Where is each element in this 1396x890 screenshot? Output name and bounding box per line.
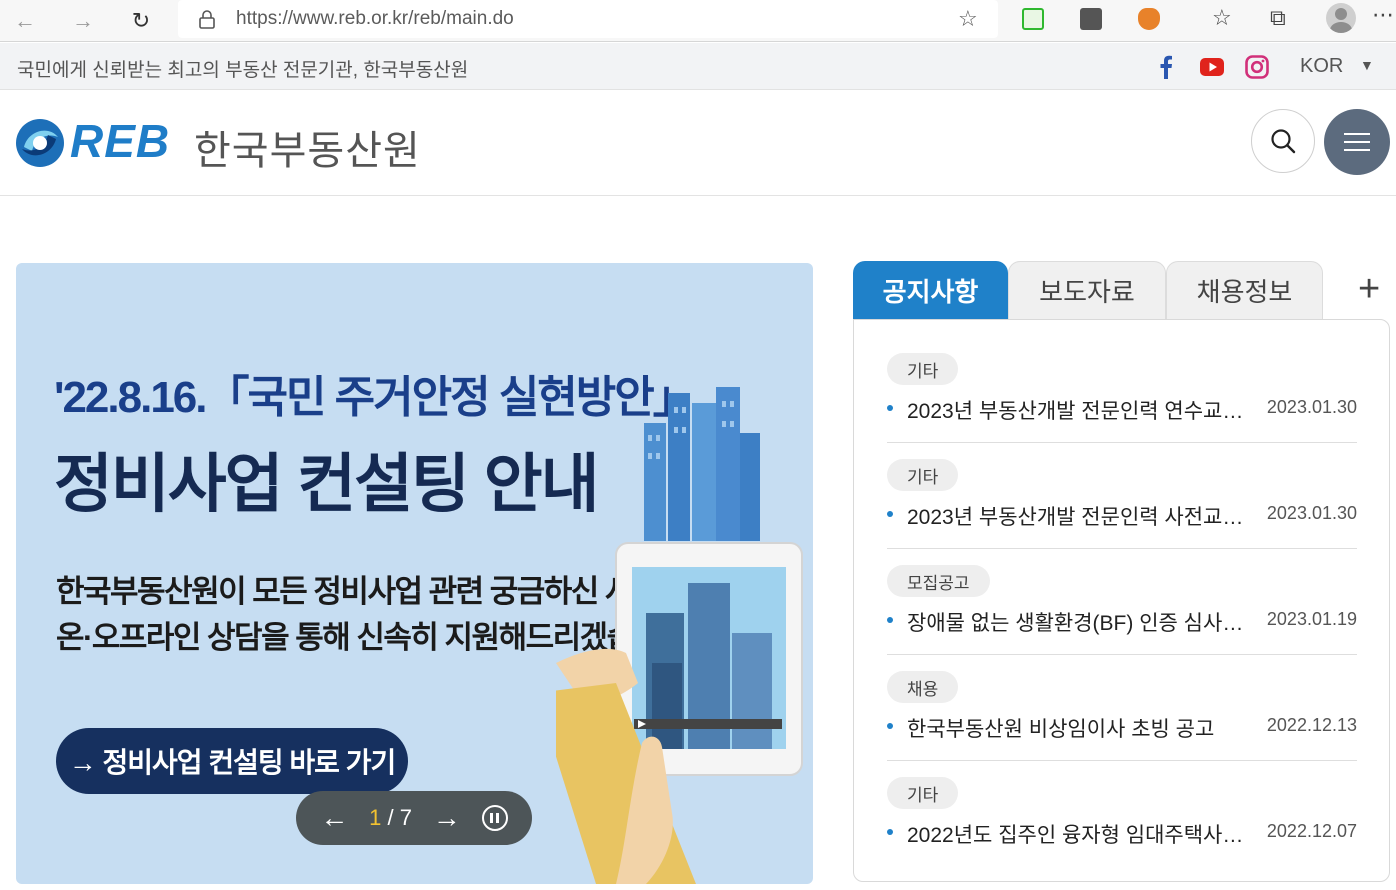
slide-current: 1 xyxy=(369,805,382,830)
bullet-dot xyxy=(887,405,893,411)
notice-date: 2023.01.30 xyxy=(1266,503,1357,523)
search-button[interactable] xyxy=(1251,109,1315,173)
site-tagline: 국민에게 신뢰받는 최고의 부동산 전문기관, 한국부동산원 xyxy=(17,60,469,81)
facebook-icon[interactable] xyxy=(1153,54,1179,80)
notice-date: 2023.01.19 xyxy=(1266,609,1357,629)
browser-toolbar: ← → ↻ https://www.reb.or.kr/reb/main.do … xyxy=(0,0,1396,42)
main-menu-button[interactable] xyxy=(1324,109,1390,175)
logo-text-ko[interactable]: 한국부동산원 xyxy=(194,118,421,176)
notice-title[interactable]: 한국부동산원 비상임이사 초빙 공고 xyxy=(907,713,1247,743)
language-select[interactable]: KOR xyxy=(1300,55,1343,78)
category-badge: 기타 xyxy=(887,777,959,809)
notice-list-item[interactable]: 모집공고 장애물 없는 생활환경(BF) 인증 심사, … 2023.01.19 xyxy=(887,549,1357,655)
more-plus-icon[interactable]: + xyxy=(1358,268,1380,311)
instagram-icon[interactable] xyxy=(1244,54,1270,80)
notice-list-item[interactable]: 기타 2023년 부동산개발 전문인력 사전교… 2023.01.30 xyxy=(887,443,1357,549)
category-badge: 기타 xyxy=(887,459,959,491)
slider-controls: ← 1 / 7 → xyxy=(296,791,532,845)
notice-date: 2022.12.07 xyxy=(1266,821,1357,841)
hamburger-menu-icon xyxy=(1344,133,1370,151)
bullet-dot xyxy=(887,617,893,623)
favorites-list-icon[interactable]: ☆ xyxy=(1212,5,1232,31)
consulting-link-button[interactable]: → 정비사업 컨설팅 바로 가기 xyxy=(56,728,408,794)
youtube-icon[interactable] xyxy=(1199,54,1225,80)
utility-bar: 국민에게 신뢰받는 최고의 부동산 전문기관, 한국부동산원 KOR ▼ xyxy=(0,43,1396,90)
notice-title[interactable]: 2023년 부동산개발 전문인력 연수교… xyxy=(907,395,1247,425)
slide-total: 7 xyxy=(399,805,413,830)
notice-date: 2023.01.30 xyxy=(1266,397,1357,417)
tab-notices[interactable]: 공지사항 xyxy=(853,261,1008,319)
metamask-fox-icon[interactable] xyxy=(1138,8,1160,30)
notice-title[interactable]: 장애물 없는 생활환경(BF) 인증 심사, … xyxy=(907,607,1247,637)
bullet-dot xyxy=(887,829,893,835)
city-tablet-illustration xyxy=(556,387,803,884)
profile-avatar[interactable] xyxy=(1326,3,1356,33)
category-badge: 모집공고 xyxy=(887,565,990,597)
category-badge: 채용 xyxy=(887,671,959,703)
tab-press[interactable]: 보도자료 xyxy=(1008,261,1166,319)
slide-separator: / xyxy=(381,805,400,830)
next-slide-arrow-icon[interactable]: → xyxy=(433,802,461,834)
category-badge: 기타 xyxy=(887,353,959,385)
reb-logo-icon[interactable] xyxy=(14,117,66,169)
chevron-down-icon[interactable]: ▼ xyxy=(1360,57,1374,73)
bullet-dot xyxy=(887,511,893,517)
extension-green-icon[interactable] xyxy=(1022,8,1044,30)
lock-icon xyxy=(199,10,215,29)
address-url[interactable]: https://www.reb.or.kr/reb/main.do xyxy=(236,8,514,30)
tab-recruit[interactable]: 채용정보 xyxy=(1166,261,1323,319)
back-arrow-icon[interactable]: ← xyxy=(10,6,40,36)
logo-text-en[interactable]: REB xyxy=(70,114,170,168)
search-icon xyxy=(1271,129,1296,154)
notice-list-panel: 기타 2023년 부동산개발 전문인력 연수교… 2023.01.30 기타 2… xyxy=(853,319,1390,882)
notice-date: 2022.12.13 xyxy=(1266,715,1357,735)
notice-list-item[interactable]: 기타 2022년도 집주인 융자형 임대주택사… 2022.12.07 xyxy=(887,761,1357,867)
site-header: REB 한국부동산원 xyxy=(0,90,1396,196)
bullet-dot xyxy=(887,723,893,729)
extension-dark-icon[interactable] xyxy=(1080,8,1102,30)
notice-title[interactable]: 2023년 부동산개발 전문인력 사전교… xyxy=(907,501,1247,531)
notice-list-item[interactable]: 기타 2023년 부동산개발 전문인력 연수교… 2023.01.30 xyxy=(887,337,1357,443)
more-menu-icon[interactable]: ⋯ xyxy=(1372,2,1394,28)
notice-title[interactable]: 2022년도 집주인 융자형 임대주택사… xyxy=(907,819,1247,849)
forward-arrow-icon[interactable]: → xyxy=(68,6,98,36)
collections-icon[interactable]: ⧉ xyxy=(1270,5,1286,31)
slide-pager: 1 / 7 xyxy=(369,805,412,831)
prev-slide-arrow-icon[interactable]: ← xyxy=(320,802,348,834)
favorite-star-icon[interactable]: ☆ xyxy=(958,6,978,32)
refresh-icon[interactable]: ↻ xyxy=(126,6,156,36)
banner-title: 정비사업 컨설팅 안내 xyxy=(54,448,599,520)
pause-icon[interactable] xyxy=(481,805,508,831)
notice-list-item[interactable]: 채용 한국부동산원 비상임이사 초빙 공고 2022.12.13 xyxy=(887,655,1357,761)
